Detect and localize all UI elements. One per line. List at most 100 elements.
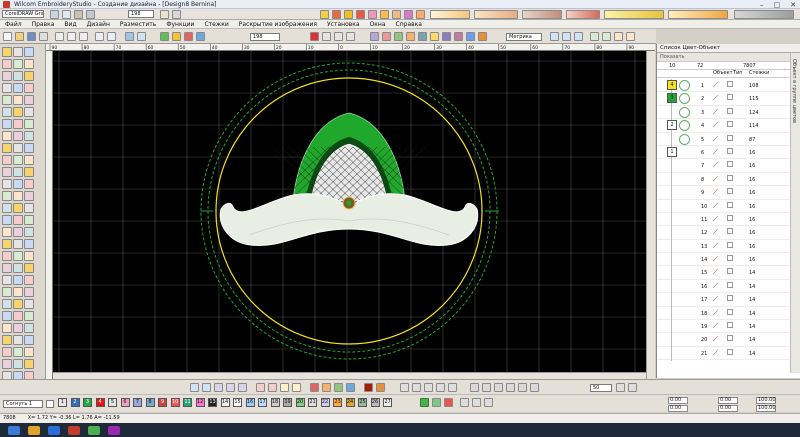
graphics-mode-combo[interactable]: CorelDRAW Graphics	[2, 10, 44, 18]
print-icon[interactable]	[39, 32, 48, 41]
object-row[interactable]: 1 6 ⟋ 16	[657, 145, 789, 160]
units-combo[interactable]: Метрика	[506, 33, 542, 41]
palette-tool-icon[interactable]	[444, 398, 453, 407]
toolbar-icon[interactable]	[86, 10, 95, 19]
toolbox-tool-icon[interactable]	[13, 323, 23, 333]
object-row[interactable]: 4 1 ⟋ 108	[657, 79, 789, 93]
palette-tool-icon[interactable]	[432, 398, 441, 407]
visibility-checkbox[interactable]	[727, 281, 733, 288]
palette-color-swatch[interactable]: 15	[233, 398, 242, 407]
tool-icon[interactable]	[442, 32, 451, 41]
palette-color-swatch[interactable]: 18	[270, 398, 280, 407]
tool-icon[interactable]	[436, 383, 445, 392]
toolbox-tool-icon[interactable]	[13, 107, 23, 117]
object-row[interactable]: 8 ⟋ 16	[657, 172, 789, 187]
toolbox-tool-icon[interactable]	[13, 287, 23, 297]
visibility-checkbox[interactable]	[727, 335, 733, 342]
toolbox-tool-icon[interactable]	[13, 167, 23, 177]
toolbox-tool-icon[interactable]	[13, 59, 23, 69]
stitch-type-icon[interactable]	[356, 10, 365, 19]
toolbox-tool-icon[interactable]	[2, 227, 12, 237]
toolbox-tool-icon[interactable]	[2, 191, 12, 201]
zoom-icon[interactable]	[125, 32, 134, 41]
object-row[interactable]: 12 ⟋ 16	[657, 226, 789, 241]
toolbox-tool-icon[interactable]	[2, 311, 12, 321]
object-row[interactable]: 20 ⟋ 14	[657, 333, 789, 348]
palette-color-swatch[interactable]: 8	[145, 398, 155, 407]
toolbox-tool-icon[interactable]	[13, 311, 23, 321]
toolbox-tool-icon[interactable]	[24, 275, 34, 285]
tool-icon[interactable]	[506, 383, 515, 392]
stitch-type-icon[interactable]	[344, 10, 353, 19]
palette-color-swatch[interactable]: 7	[133, 398, 142, 407]
toolbox-tool-icon[interactable]	[2, 251, 12, 261]
visibility-checkbox[interactable]	[727, 134, 733, 141]
toolbox-tool-icon[interactable]	[2, 239, 12, 249]
tool-icon[interactable]	[292, 383, 301, 392]
motif-strip-icon[interactable]	[474, 10, 518, 19]
motif-strip-icon[interactable]	[566, 10, 600, 19]
visibility-checkbox[interactable]	[727, 81, 733, 87]
toolbox-tool-icon[interactable]	[2, 119, 12, 129]
tool-icon[interactable]	[550, 32, 559, 41]
toolbox-tool-icon[interactable]	[24, 191, 34, 201]
toolbox-tool-icon[interactable]	[13, 263, 23, 273]
tool-icon[interactable]	[628, 383, 637, 392]
motif-strip-icon[interactable]	[522, 10, 562, 19]
visibility-checkbox[interactable]	[727, 214, 733, 221]
redo-icon[interactable]	[107, 32, 116, 41]
value-combo[interactable]: 198	[128, 10, 154, 18]
toolbox-tool-icon[interactable]	[13, 335, 23, 345]
object-row[interactable]: 18 ⟋ 14	[657, 306, 789, 321]
app-icon[interactable]	[88, 425, 100, 435]
tool-icon[interactable]	[424, 383, 433, 392]
toolbox-tool-icon[interactable]	[2, 263, 12, 273]
tool-icon[interactable]	[494, 383, 503, 392]
toolbox-tool-icon[interactable]	[13, 215, 23, 225]
palette-color-swatch[interactable]: 17	[258, 398, 267, 407]
visibility-checkbox[interactable]	[727, 107, 733, 114]
toolbox-tool-icon[interactable]	[2, 359, 12, 369]
tool-icon[interactable]	[482, 383, 491, 392]
tool-icon[interactable]	[202, 383, 211, 392]
toolbox-tool-icon[interactable]	[2, 167, 12, 177]
toolbox-tool-icon[interactable]	[24, 263, 34, 273]
visibility-checkbox[interactable]	[727, 94, 733, 101]
toolbox-tool-icon[interactable]	[2, 95, 12, 105]
explorer-icon[interactable]	[28, 425, 40, 435]
toolbox-tool-icon[interactable]	[2, 107, 12, 117]
toolbox-tool-icon[interactable]	[24, 239, 34, 249]
object-row[interactable]: 13 ⟋ 16	[657, 239, 789, 254]
motif-strip-icon[interactable]	[430, 10, 470, 19]
motif-strip-icon[interactable]	[734, 10, 794, 19]
object-row[interactable]: 11 ⟋ 16	[657, 212, 789, 227]
motif-strip-icon[interactable]	[604, 10, 664, 19]
object-row[interactable]: 15 ⟋ 14	[657, 266, 789, 281]
toolbox-tool-icon[interactable]	[24, 287, 34, 297]
tool-icon[interactable]	[466, 32, 475, 41]
tool-icon[interactable]	[412, 383, 421, 392]
toolbox-tool-icon[interactable]	[24, 59, 34, 69]
toolbox-tool-icon[interactable]	[2, 323, 12, 333]
menu-edit[interactable]: Правка	[27, 21, 60, 28]
tool-icon[interactable]	[448, 383, 457, 392]
palette-color-swatch[interactable]: 14	[220, 398, 230, 407]
palette-color-swatch[interactable]: 11	[183, 398, 192, 407]
toolbox-tool-icon[interactable]	[2, 155, 12, 165]
motif-strip-icon[interactable]	[668, 10, 728, 19]
fill-type-icon[interactable]	[334, 32, 343, 41]
start-icon[interactable]	[8, 425, 20, 435]
toolbox-tool-icon[interactable]	[13, 131, 23, 141]
maximize-button[interactable]: □	[774, 1, 781, 9]
undo-icon[interactable]	[95, 32, 104, 41]
visibility-checkbox[interactable]	[727, 268, 733, 275]
menu-stitches[interactable]: Стежки	[199, 21, 233, 28]
tool-icon[interactable]	[518, 383, 527, 392]
menu-view[interactable]: Вид	[59, 21, 81, 28]
tool-icon[interactable]	[334, 383, 343, 392]
save-icon[interactable]	[27, 32, 36, 41]
toolbox-tool-icon[interactable]	[2, 275, 12, 285]
stitch-type-icon[interactable]	[320, 10, 329, 19]
palette-color-swatch[interactable]: 3	[83, 398, 92, 407]
toolbox-tool-icon[interactable]	[13, 155, 23, 165]
